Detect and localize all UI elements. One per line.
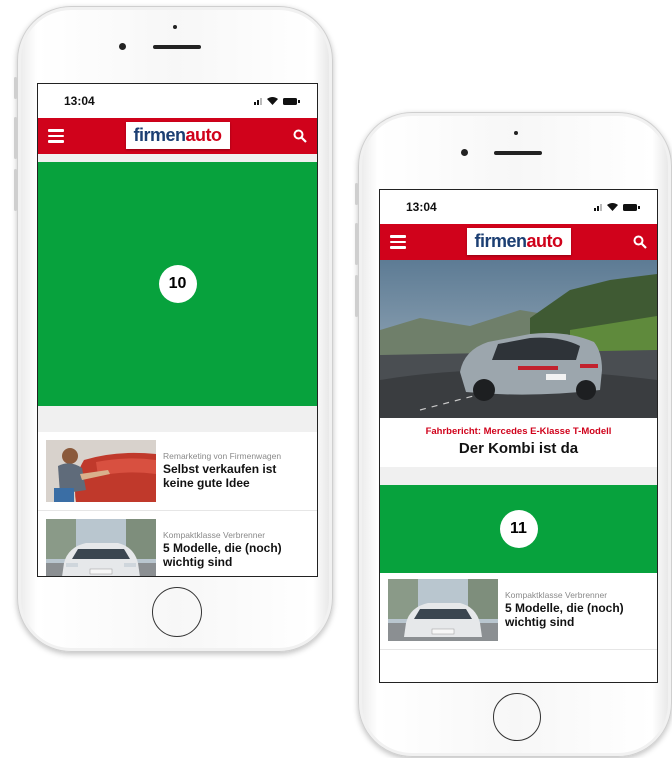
- signal-icon: [594, 203, 602, 211]
- battery-icon: [283, 97, 300, 105]
- earpiece: [494, 151, 542, 155]
- article-thumbnail: [388, 579, 498, 641]
- screen: 13:04 firmenauto 10 Remarketing von Firm…: [37, 83, 318, 577]
- article-kicker: Kompaktklasse Verbrenner: [505, 590, 608, 601]
- firmenauto-logo[interactable]: firmenauto: [466, 228, 571, 255]
- hero-kicker: Fahrbericht: Mercedes E-Klasse T-Modell: [425, 426, 612, 437]
- logo-part-2: auto: [185, 125, 223, 145]
- article-headline[interactable]: Selbst verkaufen ist keine gute Idee: [163, 462, 309, 491]
- sensor-dot: [173, 25, 177, 29]
- status-bar: 13:04: [380, 190, 657, 224]
- article-thumbnail: [46, 519, 156, 576]
- status-bar: 13:04: [38, 84, 317, 118]
- ad-number-badge: 10: [158, 265, 197, 303]
- ad-number-badge: 11: [499, 510, 538, 548]
- firmenauto-logo[interactable]: firmenauto: [125, 122, 230, 149]
- ad-placeholder[interactable]: 11: [380, 485, 657, 573]
- article-kicker: Kompaktklasse Verbrenner: [163, 530, 266, 541]
- front-camera: [119, 43, 126, 50]
- hero-article[interactable]: Fahrbericht: Mercedes E-Klasse T-Modell …: [380, 260, 657, 467]
- hero-title[interactable]: Der Kombi ist da: [386, 440, 651, 457]
- search-icon[interactable]: [633, 235, 647, 249]
- status-time: 13:04: [406, 200, 437, 214]
- article-headline[interactable]: 5 Modelle, die (noch) wichtig sind: [163, 541, 309, 570]
- app-header: firmenauto: [38, 118, 317, 154]
- battery-icon: [623, 203, 640, 211]
- search-icon[interactable]: [293, 129, 307, 143]
- article-headline[interactable]: 5 Modelle, die (noch) wichtig sind: [505, 601, 649, 630]
- sensor-dot: [514, 131, 518, 135]
- hamburger-menu-icon[interactable]: [48, 129, 64, 143]
- phone-mockup-left: 13:04 firmenauto 10 Remarketing von Firm…: [14, 6, 333, 652]
- home-button[interactable]: [152, 587, 202, 637]
- hamburger-menu-icon[interactable]: [390, 235, 406, 249]
- list-item[interactable]: Kompaktklasse Verbrenner 5 Modelle, die …: [38, 511, 317, 576]
- phone-mockup-right: 13:04 firmenauto Fahrbericht: Mercedes E…: [355, 112, 672, 757]
- article-thumbnail: [46, 440, 156, 502]
- list-item[interactable]: Kompaktklasse Verbrenner 5 Modelle, die …: [380, 573, 657, 650]
- ad-placeholder[interactable]: 10: [38, 162, 317, 406]
- front-camera: [461, 149, 468, 156]
- app-header: firmenauto: [380, 224, 657, 260]
- list-item[interactable]: Remarketing von Firmenwagen Selbst verka…: [38, 432, 317, 511]
- wifi-icon: [607, 203, 618, 211]
- logo-part-2: auto: [526, 231, 564, 251]
- logo-part-1: firmen: [474, 231, 527, 251]
- wifi-icon: [267, 97, 278, 105]
- home-button[interactable]: [493, 693, 541, 741]
- earpiece: [153, 45, 201, 49]
- signal-icon: [254, 97, 262, 105]
- logo-part-1: firmen: [133, 125, 186, 145]
- status-time: 13:04: [64, 94, 95, 108]
- screen: 13:04 firmenauto Fahrbericht: Mercedes E…: [379, 189, 658, 683]
- hero-image: [380, 260, 657, 418]
- article-kicker: Remarketing von Firmenwagen: [163, 451, 282, 462]
